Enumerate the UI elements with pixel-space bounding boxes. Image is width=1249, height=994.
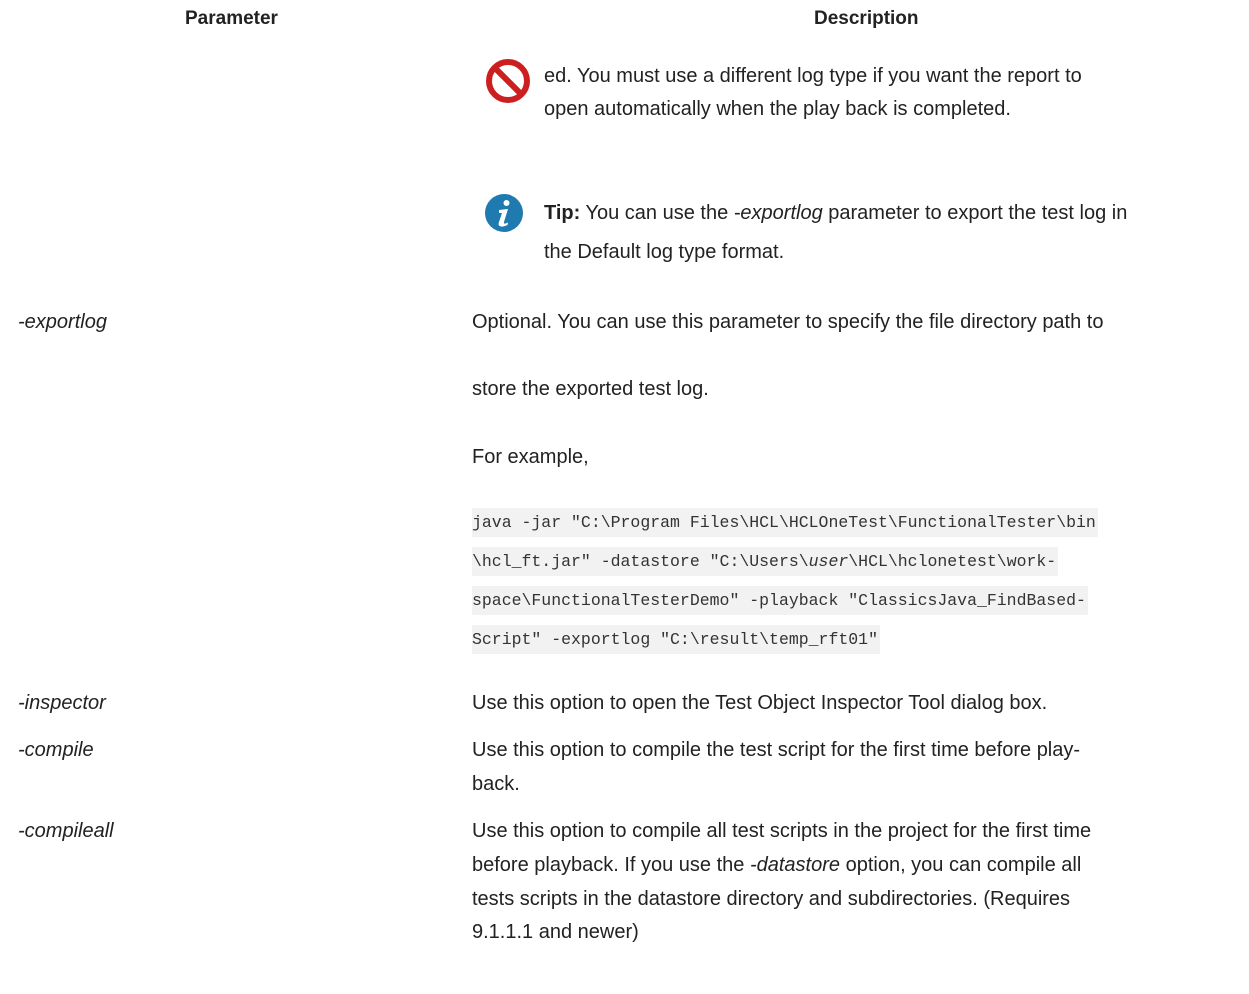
example-label: For example, [472,446,589,468]
tip-label: Tip: [544,202,581,224]
compileall-text: before playback. If you use the [472,854,750,876]
caution-note-line-2: open automatically when the play back is… [544,98,1011,120]
tip-param: -exportlog [733,202,823,224]
tip-text: You can use the [580,202,734,224]
exportlog-desc-line-1: Optional. You can use this parameter to … [472,311,1104,333]
column-header-description: Description [814,8,919,29]
compile-desc-line-2: back. [472,773,520,795]
code-line-4: Script" -exportlog "C:\result\temp_rft01… [472,625,880,654]
param-inspector: -inspector [18,692,106,714]
tip-note-line-2: the Default log type format. [544,241,785,263]
param-exportlog: -exportlog [18,311,107,333]
tip-text-after: parameter to export the test log in [822,202,1128,224]
param-compileall: -compileall [18,820,114,842]
prohibited-icon [484,57,532,110]
param-compile: -compile [18,739,94,761]
compileall-desc-line-3: tests scripts in the datastore directory… [472,888,1071,910]
inspector-desc-line-1: Use this option to open the Test Object … [472,692,1048,714]
code-text: \HCL\hclonetest\work- [848,552,1057,571]
info-icon [484,193,524,238]
compile-desc-line-1: Use this option to compile the test scri… [472,739,1081,761]
compileall-desc-line-1: Use this option to compile all test scri… [472,820,1092,842]
compileall-desc-line-2: before playback. If you use the -datasto… [472,849,1081,882]
code-text: \hcl_ft.jar" -datastore "C:\Users\ [472,552,809,571]
code-line-1: java -jar "C:\Program Files\HCL\HCLOneTe… [472,508,1098,537]
code-line-3: space\FunctionalTesterDemo" -playback "C… [472,586,1088,615]
compileall-desc-line-4: 9.1.1.1 and newer) [472,921,639,943]
compileall-text-after: option, you can compile all [840,854,1082,876]
caution-note-line-1: ed. You must use a different log type if… [544,65,1082,87]
exportlog-desc-line-2: store the exported test log. [472,378,709,400]
column-header-parameter: Parameter [185,8,278,29]
code-line-2: \hcl_ft.jar" -datastore "C:\Users\user\H… [472,547,1059,576]
code-user-placeholder: user [808,552,849,571]
compileall-param: -datastore [749,854,841,876]
tip-note-line-1: Tip: You can use the -exportlog paramete… [544,197,1127,230]
